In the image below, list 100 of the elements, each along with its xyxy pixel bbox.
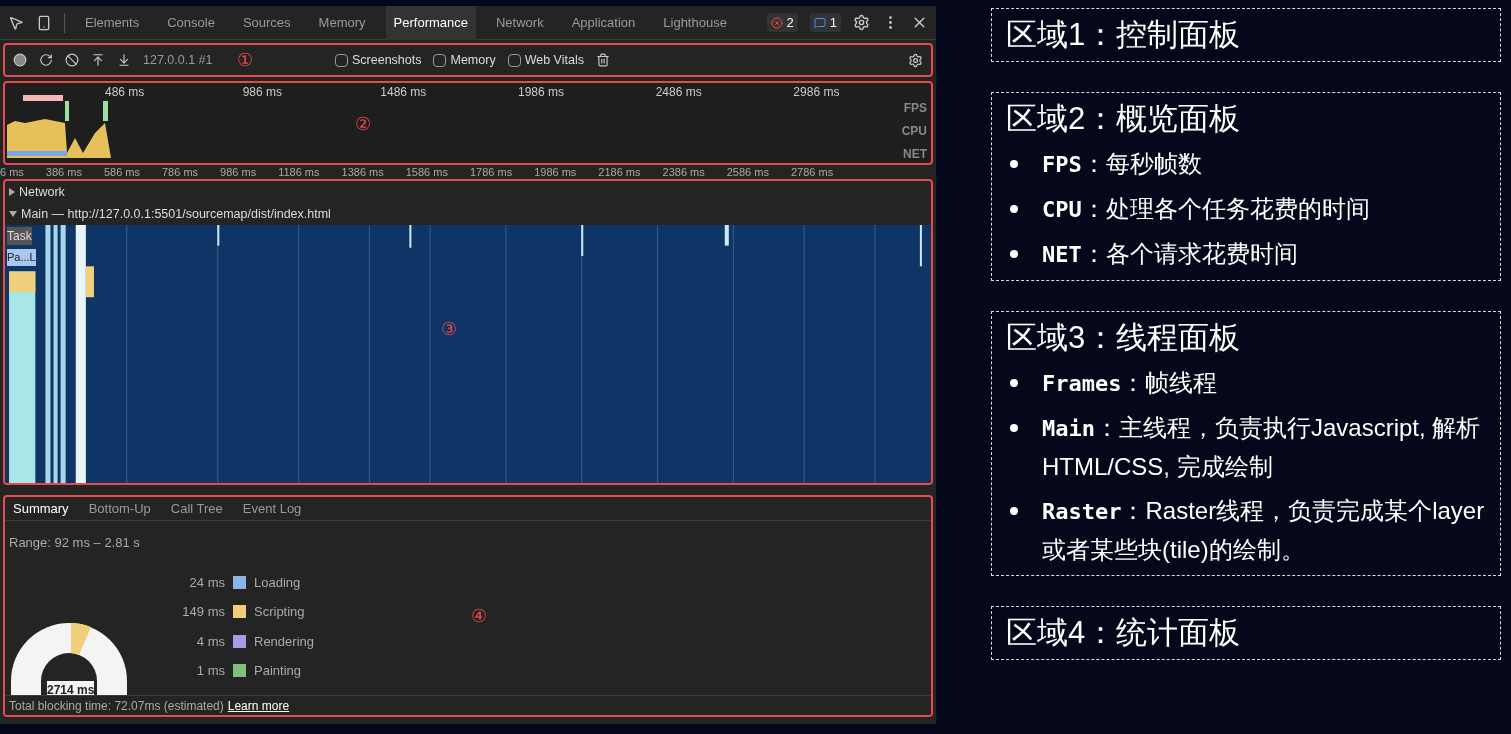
- triangle-icon: [9, 188, 15, 196]
- track-label: Network: [19, 183, 65, 201]
- record-icon[interactable]: [13, 53, 27, 67]
- clear-icon[interactable]: [65, 53, 79, 67]
- note-title: 区域4：统计面板: [1006, 614, 1242, 652]
- task-bar: [724, 225, 729, 246]
- lane-label: NET: [903, 146, 927, 163]
- checkbox-label: Memory: [450, 51, 496, 69]
- settings-icon[interactable]: [853, 14, 870, 31]
- ruler-tick: 1386 ms: [341, 165, 384, 179]
- message-badge[interactable]: 1: [809, 12, 841, 33]
- upload-icon[interactable]: [91, 53, 105, 67]
- track-header[interactable]: Main — http://127.0.0.1:5501/sourcemap/dist/index.html: [5, 203, 931, 225]
- ruler-tick: 1186 ms: [278, 165, 320, 179]
- bullet-text: CPU：处理各个任务花费的时间: [1042, 194, 1370, 224]
- bullet-text: Main：主线程，负责执行Javascript, 解析HTML/CSS, 完成绘制: [1042, 413, 1482, 482]
- bullet-text: NET：各个请求花费时间: [1042, 239, 1298, 269]
- profile-select[interactable]: 127.0.0.1 #1 ①: [143, 50, 323, 70]
- panel-tab[interactable]: Performance: [385, 5, 476, 40]
- ruler-tick: 786 ms: [162, 165, 199, 179]
- inspect-icon[interactable]: [8, 14, 24, 31]
- note-title: 区域3：线程面板: [1006, 319, 1242, 357]
- summary-tab[interactable]: Bottom-Up: [88, 498, 151, 519]
- time-value: 4 ms: [195, 632, 225, 651]
- legend-label: Scripting: [254, 603, 305, 621]
- fps-bar: [103, 101, 108, 121]
- blocking-time-text: Total blocking time: 72.07ms (estimated): [9, 697, 224, 715]
- bullet-icon: [1010, 160, 1018, 168]
- ruler-tick: 1786 ms: [469, 165, 513, 179]
- range-text: Range: 92 ms – 2.81 s: [8, 534, 141, 552]
- event-label: Pa...L: [7, 249, 36, 266]
- legend-label: Loading: [254, 573, 301, 592]
- net-bar: [7, 151, 67, 156]
- region-number: ④: [471, 606, 487, 626]
- region-number: ①: [236, 51, 253, 69]
- time-tick: 1486 ms: [380, 84, 428, 101]
- time-value: 149 ms: [181, 603, 225, 621]
- task-bar: [919, 225, 922, 267]
- device-icon[interactable]: [36, 14, 52, 31]
- bullet-icon: [1010, 379, 1018, 387]
- note-title: 区域1：控制面板: [1006, 16, 1242, 54]
- bullet-icon: [1010, 250, 1018, 258]
- triangle-icon: [9, 211, 17, 217]
- checkbox[interactable]: [507, 53, 521, 67]
- time-tick: 486 ms: [105, 84, 146, 101]
- ruler-tick: 586 ms: [103, 165, 140, 179]
- ruler-tick: 2386 ms: [662, 165, 705, 179]
- panel-tab[interactable]: Elements: [77, 5, 148, 40]
- region-number: ②: [355, 114, 371, 134]
- time-value: 24 ms: [188, 573, 225, 592]
- trash-icon[interactable]: [595, 53, 610, 67]
- download-icon[interactable]: [117, 53, 131, 67]
- task-label: Task: [7, 227, 32, 245]
- time-tick: 1986 ms: [518, 84, 566, 101]
- checkbox-label: Screenshots: [352, 51, 422, 69]
- panel-tab[interactable]: Memory: [310, 5, 374, 40]
- selection-bar: [23, 95, 63, 101]
- ruler-tick: 1986 ms: [534, 165, 577, 179]
- learn-more-link[interactable]: Learn more: [227, 696, 290, 715]
- bullet-icon: [1010, 205, 1018, 213]
- checkbox[interactable]: [433, 53, 447, 67]
- ruler-tick: 386 ms: [45, 165, 82, 179]
- error-badge[interactable]: 2: [766, 12, 798, 33]
- panel-tab[interactable]: Lighthouse: [655, 5, 735, 40]
- reload-icon[interactable]: [39, 53, 53, 67]
- task-bar: [217, 225, 220, 246]
- region-number: ③: [441, 319, 457, 339]
- legend-label: Painting: [254, 662, 301, 680]
- time-tick: 2486 ms: [655, 84, 703, 101]
- checkbox[interactable]: [335, 53, 348, 67]
- legend-label: Rendering: [254, 632, 314, 651]
- bullet-icon: [1010, 424, 1018, 432]
- note-title: 区域2：概览面板: [1006, 100, 1242, 138]
- ruler-tick: 2786 ms: [790, 165, 834, 179]
- ruler-tick: 1586 ms: [405, 165, 448, 179]
- bullet-text: Frames：帧线程: [1042, 368, 1218, 398]
- bullet-text: FPS：每秒帧数: [1042, 149, 1202, 179]
- summary-tab[interactable]: Event Log: [242, 498, 302, 519]
- track-label: Main — http://127.0.0.1:5501/sourcemap/dist/index.html: [21, 205, 331, 223]
- ruler-tick: 6 ms: [0, 165, 24, 179]
- bullet-icon: [1010, 507, 1018, 515]
- track-header[interactable]: Network: [5, 181, 931, 203]
- bullet-text: Raster：Raster线程，负责完成某个layer或者某些块(tile)的绘制。: [1042, 496, 1486, 565]
- checkbox-label: Web Vitals: [524, 51, 584, 69]
- panel-tab[interactable]: Sources: [234, 5, 299, 40]
- task-bar: [581, 225, 584, 256]
- panel-tab[interactable]: Console: [159, 5, 223, 40]
- time-value: 1 ms: [195, 662, 225, 680]
- task-bar: [409, 225, 412, 248]
- panel-tab[interactable]: Application: [563, 5, 644, 40]
- ruler-tick: 2586 ms: [726, 165, 769, 179]
- summary-tab[interactable]: Summary: [13, 498, 69, 519]
- summary-tab[interactable]: Call Tree: [170, 498, 223, 519]
- fps-bar: [65, 101, 69, 121]
- ruler-tick: 986 ms: [220, 165, 257, 179]
- lane-label: CPU: [901, 123, 927, 140]
- panel-tab[interactable]: Network: [488, 5, 552, 40]
- time-tick: 986 ms: [242, 84, 284, 101]
- ruler-tick: 2186 ms: [598, 165, 641, 179]
- settings-icon[interactable]: [908, 52, 923, 68]
